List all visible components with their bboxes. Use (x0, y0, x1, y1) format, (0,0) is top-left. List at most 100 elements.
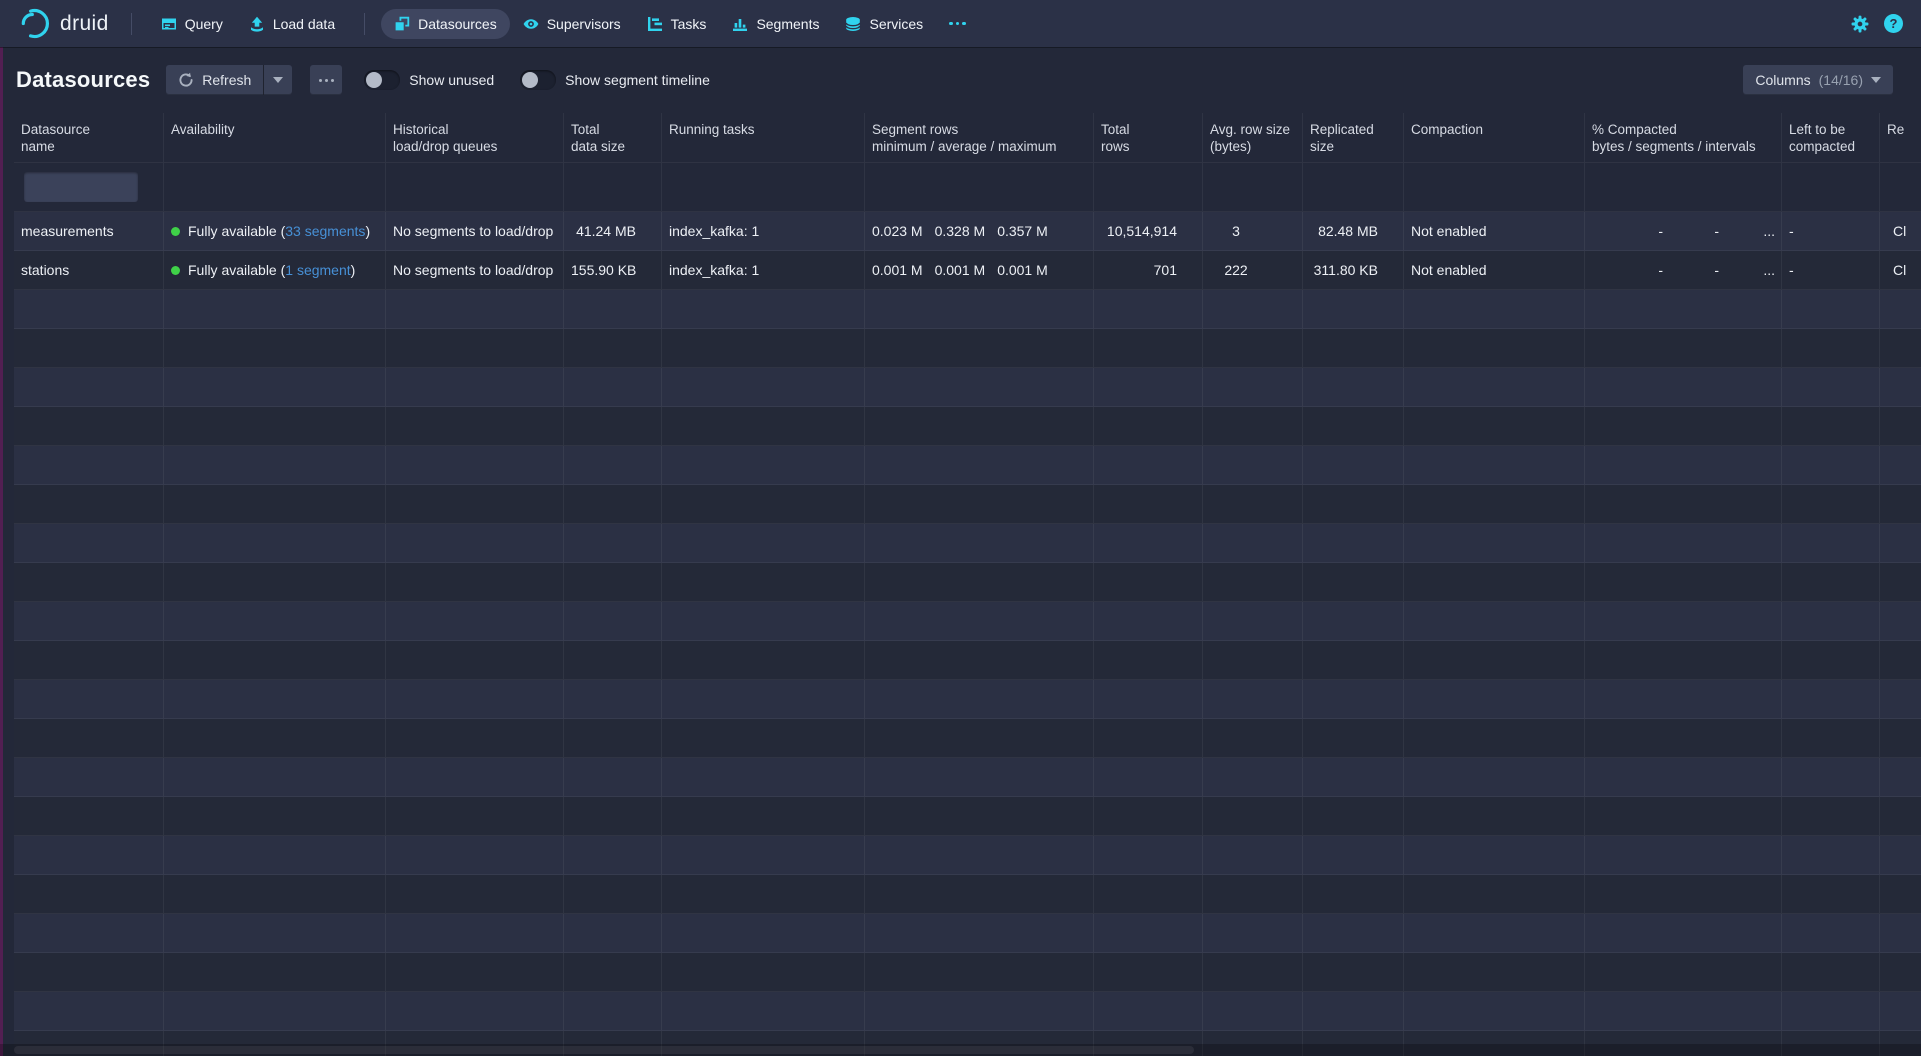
column-header-pct-compacted[interactable]: % Compactedbytes / segments / intervals (1585, 113, 1782, 163)
top-nav-bar: druid Query Load data Datasources (0, 0, 1921, 47)
table-empty-row (14, 446, 1921, 485)
segments-link[interactable]: 1 segment (285, 262, 350, 278)
column-header-left-to-compact[interactable]: Left to becompacted (1782, 113, 1880, 163)
table-empty-row (14, 407, 1921, 446)
nav-item-load-data[interactable]: Load data (236, 9, 348, 39)
gantt-chart-icon (647, 16, 663, 32)
cell-pct-compacted: --... (1585, 251, 1782, 290)
nav-item-query[interactable]: Query (148, 9, 236, 39)
table-empty-row (14, 368, 1921, 407)
cell-retention[interactable]: Cl (1880, 251, 1921, 290)
table-row: stations Fully available (1 segment) No … (14, 251, 1921, 290)
nav-item-label: Segments (756, 16, 819, 32)
table-empty-row (14, 524, 1921, 563)
column-header-segment-rows[interactable]: Segment rowsminimum / average / maximum (865, 113, 1094, 163)
nav-item-tasks[interactable]: Tasks (634, 9, 720, 39)
nav-divider (364, 13, 365, 35)
nav-divider (131, 13, 132, 35)
help-icon[interactable]: ? (1884, 14, 1903, 33)
table-empty-row (14, 875, 1921, 914)
view-header: Datasources Refresh Show unused Show seg… (0, 47, 1921, 113)
cell-availability: Fully available (1 segment) (164, 251, 386, 290)
column-header-total-data-size[interactable]: Totaldata size (564, 113, 662, 163)
segments-link[interactable]: 33 segments (285, 223, 365, 239)
columns-label: Columns (1755, 72, 1810, 88)
table-empty-row (14, 641, 1921, 680)
availability-status-dot (171, 266, 180, 275)
cell-left-to-compact: - (1782, 212, 1880, 251)
show-unused-toggle[interactable]: Show unused (364, 70, 494, 90)
nav-item-label: Supervisors (547, 16, 621, 32)
more-icon (319, 79, 334, 82)
cell-avg-row-size: 222 (1203, 251, 1303, 290)
column-header-load-drop-queues[interactable]: Historicalload/drop queues (386, 113, 564, 163)
show-segment-timeline-toggle[interactable]: Show segment timeline (520, 70, 710, 90)
nav-item-services[interactable]: Services (832, 9, 936, 39)
table-empty-row (14, 992, 1921, 1031)
bar-chart-icon (732, 16, 748, 32)
cell-replicated-size: 82.48 MB (1303, 212, 1404, 251)
page-title: Datasources (16, 67, 150, 93)
more-actions-button[interactable] (310, 65, 342, 95)
toggle-label: Show unused (409, 72, 494, 88)
nav-item-segments[interactable]: Segments (719, 9, 832, 39)
table-filter-row (14, 163, 1921, 212)
cell-left-to-compact: - (1782, 251, 1880, 290)
table-pad-rows (14, 290, 1921, 1056)
druid-logo[interactable]: druid (14, 8, 115, 39)
cell-total-rows: 701 (1094, 251, 1203, 290)
cell-load-drop-queues: No segments to load/drop (386, 212, 564, 251)
nav-item-label: Query (185, 16, 223, 32)
druid-logo-icon (20, 8, 51, 39)
cell-load-drop-queues: No segments to load/drop (386, 251, 564, 290)
refresh-button[interactable]: Refresh (166, 65, 264, 95)
table-empty-row (14, 719, 1921, 758)
window-edge (0, 47, 3, 1056)
toggle-knob (520, 70, 556, 90)
nav-item-datasources[interactable]: Datasources (381, 9, 510, 39)
table-empty-row (14, 914, 1921, 953)
cell-avg-row-size: 3 (1203, 212, 1303, 251)
nav-item-label: Datasources (418, 16, 497, 32)
refresh-label: Refresh (202, 72, 251, 88)
database-icon (845, 16, 861, 32)
nav-item-supervisors[interactable]: Supervisors (510, 9, 634, 39)
caret-down-icon (1871, 77, 1881, 83)
toggle-knob (364, 70, 400, 90)
cell-replicated-size: 311.80 KB (1303, 251, 1404, 290)
scrollbar-thumb[interactable] (14, 1046, 1194, 1054)
toggle-label: Show segment timeline (565, 72, 710, 88)
column-header-datasource-name[interactable]: Datasourcename (14, 113, 164, 163)
cell-total-rows: 10,514,914 (1094, 212, 1203, 251)
cell-pct-compacted: --... (1585, 212, 1782, 251)
nav-item-label: Tasks (671, 16, 707, 32)
caret-down-icon (273, 77, 283, 83)
query-icon (161, 16, 177, 32)
cell-retention[interactable]: Cl (1880, 212, 1921, 251)
refresh-icon (178, 72, 194, 88)
cell-compaction[interactable]: Not enabled (1404, 251, 1585, 290)
column-header-running-tasks[interactable]: Running tasks (662, 113, 865, 163)
horizontal-scrollbar[interactable] (0, 1044, 1921, 1056)
table-empty-row (14, 290, 1921, 329)
column-header-replicated-size[interactable]: Replicatedsize (1303, 113, 1404, 163)
table-empty-row (14, 836, 1921, 875)
columns-dropdown-button[interactable]: Columns (14/16) (1743, 65, 1893, 95)
column-header-retention[interactable]: Re (1880, 113, 1921, 163)
eye-icon (523, 16, 539, 32)
table-header-row: Datasourcename Availability Historicallo… (14, 113, 1921, 163)
refresh-interval-dropdown-button[interactable] (264, 65, 292, 95)
cell-running-tasks: index_kafka: 1 (662, 212, 865, 251)
column-header-total-rows[interactable]: Totalrows (1094, 113, 1203, 163)
more-icon (949, 22, 966, 26)
nav-more-button[interactable] (936, 9, 979, 39)
column-header-avg-row-size[interactable]: Avg. row size(bytes) (1203, 113, 1303, 163)
datasource-filter-input[interactable] (24, 172, 138, 202)
cell-compaction[interactable]: Not enabled (1404, 212, 1585, 251)
column-header-availability[interactable]: Availability (164, 113, 386, 163)
logo-wordmark: druid (60, 12, 109, 36)
datasources-icon (394, 16, 410, 32)
cell-total-data-size: 41.24 MB (564, 212, 662, 251)
column-header-compaction[interactable]: Compaction (1404, 113, 1585, 163)
gear-icon[interactable] (1851, 15, 1869, 33)
